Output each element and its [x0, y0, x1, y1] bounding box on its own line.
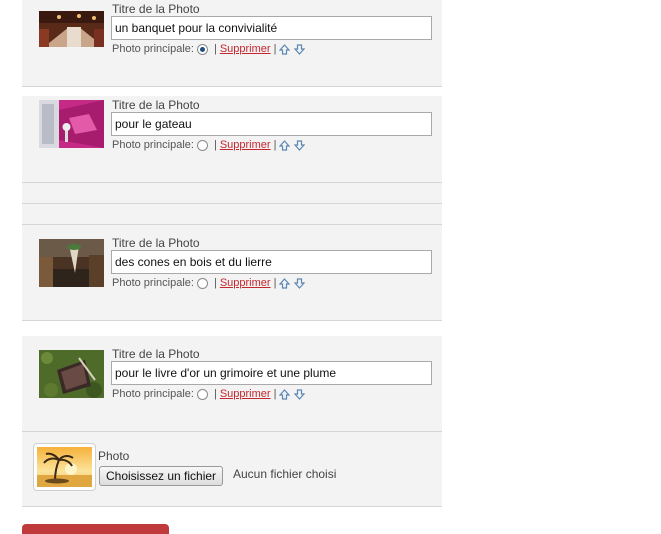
photo-title-label: Titre de la Photo [112, 2, 200, 16]
divider [22, 320, 442, 321]
photo-title-input[interactable] [111, 361, 432, 385]
submit-button[interactable] [22, 524, 169, 534]
photo-thumbnail-banquet [39, 11, 104, 59]
move-up-icon[interactable] [279, 44, 291, 55]
principal-photo-label: Photo principale: [112, 388, 194, 400]
photo-title-label: Titre de la Photo [112, 236, 200, 250]
move-down-icon[interactable] [294, 278, 306, 289]
photo-title-label: Titre de la Photo [112, 98, 200, 112]
photo-title-input[interactable] [111, 16, 432, 40]
delete-link[interactable]: Supprimer [220, 388, 271, 401]
photo-title-input[interactable] [111, 112, 432, 136]
empty-row [22, 204, 442, 224]
principal-photo-radio[interactable] [196, 278, 208, 289]
delete-link[interactable]: Supprimer [220, 43, 271, 56]
separator: | [273, 277, 277, 289]
principal-photo-label: Photo principale: [112, 139, 194, 151]
move-up-icon[interactable] [279, 140, 291, 151]
move-down-icon[interactable] [294, 44, 306, 55]
move-up-icon[interactable] [279, 389, 291, 400]
photo-controls: Photo principale: | Supprimer | [112, 277, 309, 290]
photo-controls: Photo principale: | Supprimer | [112, 139, 309, 152]
photo-thumbnail-cones [39, 239, 104, 287]
photo-title-input[interactable] [111, 250, 432, 274]
divider [22, 506, 442, 507]
photo-thumbnail-livre-dor [39, 350, 104, 398]
move-up-icon[interactable] [279, 278, 291, 289]
principal-photo-label: Photo principale: [112, 277, 194, 289]
principal-photo-radio[interactable] [196, 140, 208, 151]
divider [22, 86, 442, 87]
photo-controls: Photo principale: | Supprimer | [112, 388, 309, 401]
separator: | [213, 388, 217, 400]
placeholder-photo-icon [33, 443, 96, 491]
photo-controls: Photo principale: | Supprimer | [112, 43, 309, 56]
photo-thumbnail-gateau [39, 100, 104, 148]
delete-link[interactable]: Supprimer [220, 139, 271, 152]
choose-file-button[interactable]: Choisissez un fichier [99, 466, 224, 486]
upload-label: Photo [98, 449, 130, 463]
principal-photo-label: Photo principale: [112, 43, 194, 55]
separator: | [213, 277, 217, 289]
separator: | [273, 139, 277, 151]
file-status: Aucun fichier choisi [233, 467, 337, 481]
separator: | [273, 388, 277, 400]
separator: | [213, 43, 217, 55]
principal-photo-radio[interactable] [196, 44, 208, 55]
separator: | [213, 139, 217, 151]
photo-title-label: Titre de la Photo [112, 347, 200, 361]
move-down-icon[interactable] [294, 140, 306, 151]
delete-link[interactable]: Supprimer [220, 277, 271, 290]
move-down-icon[interactable] [294, 389, 306, 400]
separator: | [273, 43, 277, 55]
principal-photo-radio[interactable] [196, 389, 208, 400]
empty-row [22, 183, 442, 203]
